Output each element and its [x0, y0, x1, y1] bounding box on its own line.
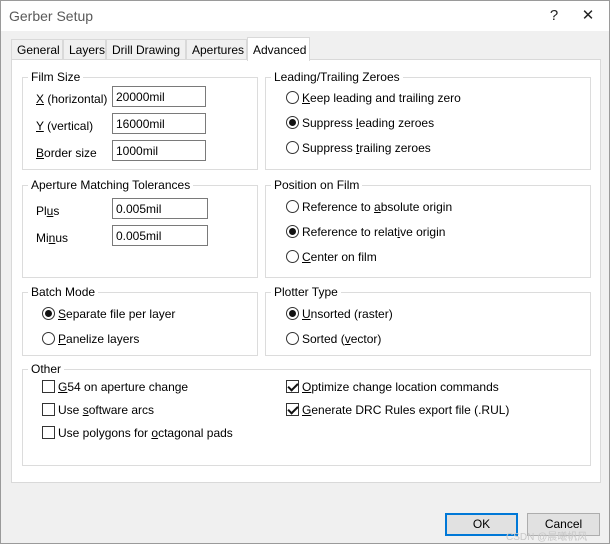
minus-input[interactable] — [112, 225, 208, 246]
software-arcs-checkbox[interactable] — [42, 403, 55, 416]
minus-label: Minus — [36, 231, 69, 245]
center-on-film-label[interactable]: Center on film — [302, 250, 377, 264]
zeroes-legend: Leading/Trailing Zeroes — [274, 70, 400, 84]
octagonal-pads-checkbox[interactable] — [42, 426, 55, 439]
g54-label[interactable]: G54 on aperture change — [58, 380, 188, 394]
watermark-text: CSDN @晨曦帆风 — [506, 532, 588, 543]
border-size-label: Border size — [36, 146, 97, 160]
plus-input[interactable] — [112, 198, 208, 219]
tab-apertures[interactable]: Apertures — [186, 39, 247, 60]
x-horizontal-input[interactable] — [112, 86, 206, 107]
absolute-origin-radio[interactable] — [286, 200, 299, 213]
panelize-layers-label[interactable]: Panelize layers — [58, 332, 139, 346]
sorted-vector-radio[interactable] — [286, 332, 299, 345]
keep-zeroes-label[interactable]: Keep leading and trailing zero — [302, 91, 461, 105]
advanced-tab-panel: Film Size X (horizontal) Y (vertical) Bo… — [11, 59, 601, 483]
suppress-leading-radio[interactable] — [286, 116, 299, 129]
octagonal-pads-label[interactable]: Use polygons for octagonal pads — [58, 426, 233, 440]
tab-layers[interactable]: Layers — [63, 39, 106, 60]
relative-origin-label[interactable]: Reference to relative origin — [302, 225, 445, 239]
keep-zeroes-radio[interactable] — [286, 91, 299, 104]
suppress-leading-label[interactable]: Suppress leading zeroes — [302, 116, 434, 130]
y-vertical-input[interactable] — [112, 113, 206, 134]
g54-checkbox[interactable] — [42, 380, 55, 393]
border-size-input[interactable] — [112, 140, 206, 161]
aperture-tolerances-legend: Aperture Matching Tolerances — [31, 178, 191, 192]
plus-label: Plus — [36, 204, 60, 218]
help-button[interactable]: ? — [541, 5, 567, 27]
gerber-setup-dialog: Gerber Setup ? ✕ General Layers Drill Dr… — [0, 0, 610, 544]
optimize-commands-checkbox[interactable] — [286, 380, 299, 393]
tab-strip: General Layers Drill Drawing Apertures A… — [11, 37, 601, 61]
y-vertical-label: Y (vertical) — [36, 119, 94, 133]
tab-drill-drawing[interactable]: Drill Drawing — [106, 39, 186, 60]
unsorted-raster-label[interactable]: Unsorted (raster) — [302, 307, 393, 321]
title-bar: Gerber Setup ? ✕ — [1, 1, 609, 31]
sorted-vector-label[interactable]: Sorted (vector) — [302, 332, 381, 346]
position-on-film-legend: Position on Film — [274, 178, 360, 192]
x-horizontal-label: X (horizontal) — [36, 92, 108, 106]
suppress-trailing-label[interactable]: Suppress trailing zeroes — [302, 141, 431, 155]
panelize-layers-radio[interactable] — [42, 332, 55, 345]
other-legend: Other — [31, 362, 62, 376]
tab-advanced[interactable]: Advanced — [247, 37, 310, 61]
separate-file-radio[interactable] — [42, 307, 55, 320]
plotter-type-legend: Plotter Type — [274, 285, 338, 299]
drc-rules-export-checkbox[interactable] — [286, 403, 299, 416]
software-arcs-label[interactable]: Use software arcs — [58, 403, 154, 417]
optimize-commands-label[interactable]: Optimize change location commands — [302, 380, 499, 394]
center-on-film-radio[interactable] — [286, 250, 299, 263]
unsorted-raster-radio[interactable] — [286, 307, 299, 320]
tab-general[interactable]: General — [11, 39, 63, 60]
film-size-legend: Film Size — [31, 70, 81, 84]
drc-rules-export-label[interactable]: Generate DRC Rules export file (.RUL) — [302, 403, 509, 417]
suppress-trailing-radio[interactable] — [286, 141, 299, 154]
window-title: Gerber Setup — [9, 8, 94, 24]
close-button[interactable]: ✕ — [575, 5, 601, 27]
relative-origin-radio[interactable] — [286, 225, 299, 238]
batch-mode-legend: Batch Mode — [31, 285, 96, 299]
separate-file-label[interactable]: Separate file per layer — [58, 307, 175, 321]
absolute-origin-label[interactable]: Reference to absolute origin — [302, 200, 452, 214]
